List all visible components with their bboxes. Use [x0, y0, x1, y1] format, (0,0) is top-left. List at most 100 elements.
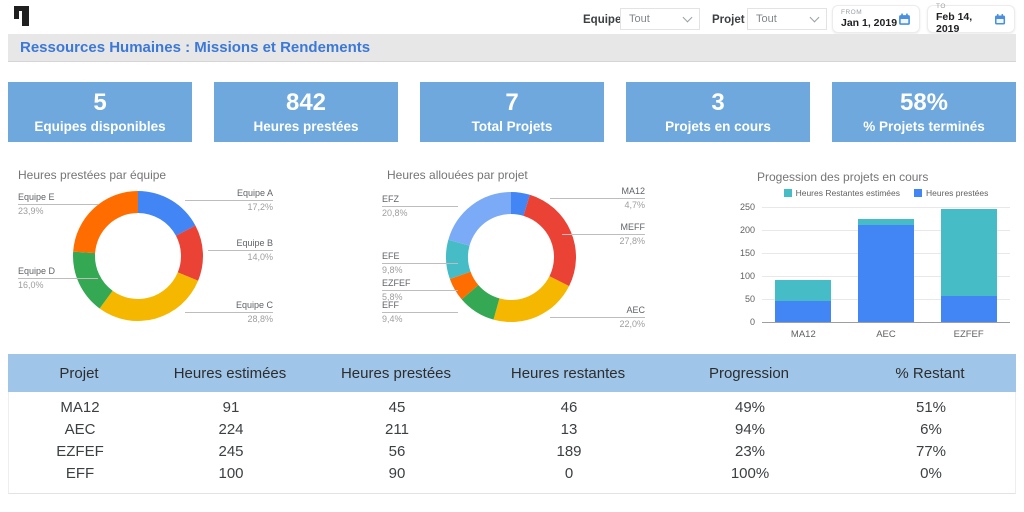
table-cell: 56 [311, 443, 483, 460]
date-from-picker[interactable]: FROM Jan 1, 2019 [832, 5, 920, 33]
donut-label-ma12: MA12 4,7% [550, 186, 645, 211]
kpi-label: Total Projets [472, 119, 553, 134]
date-to-label: TO [936, 3, 994, 10]
table-cell: 94% [655, 421, 845, 438]
table-cell: 45 [311, 399, 483, 416]
table-column-header: Heures restantes [482, 365, 654, 382]
x-axis-label: AEC [846, 329, 926, 340]
y-axis-tick: 200 [740, 225, 755, 235]
page-title-bar: Ressources Humaines : Missions et Rendem… [8, 34, 1016, 62]
legend-swatch-restantes [784, 189, 792, 197]
kpi-label: Heures prestées [253, 119, 358, 134]
kpi-label: Equipes disponibles [34, 119, 165, 134]
table-cell: 211 [311, 421, 483, 438]
table-header-row: ProjetHeures estiméesHeures prestéesHeur… [8, 354, 1016, 392]
table-column-header: Heures estimées [150, 365, 310, 382]
donut-label-equipe-d: Equipe D 16,0% [18, 266, 98, 291]
table-cell: 245 [151, 443, 311, 460]
kpi-label: % Projets terminés [863, 119, 985, 134]
table-row: EZFEF2455618923%77% [9, 440, 1015, 462]
projet-select-value: Tout [756, 13, 777, 25]
table-column-header: Projet [8, 365, 150, 382]
barchart-title: Progession des projets en cours [757, 170, 928, 184]
equipe-select-value: Tout [629, 13, 650, 25]
table-cell: AEC [9, 421, 151, 438]
kpi-value: 7 [505, 90, 518, 116]
table-cell: 51% [845, 399, 1017, 416]
table-row: AEC2242111394%6% [9, 418, 1015, 440]
date-to-picker[interactable]: TO Feb 14, 2019 [927, 5, 1015, 33]
table-cell: 100 [151, 465, 311, 482]
donut-label-equipe-c: Equipe C 28,8% [185, 300, 273, 325]
donut-label-meff: MEFF 27,8% [562, 222, 645, 247]
date-from-value: Jan 1, 2019 [841, 17, 897, 29]
table-cell: 77% [845, 443, 1017, 460]
page-title: Ressources Humaines : Missions et Rendem… [20, 39, 370, 56]
bar-segment-EZFEF[interactable] [941, 209, 997, 296]
stacked-bar-chart[interactable]: 050100150200250MA12AECEZFEF [762, 207, 1010, 322]
kpi-value: 3 [711, 90, 724, 116]
donut-label-equipe-b: Equipe B 14,0% [208, 238, 273, 263]
table-cell: EZFEF [9, 443, 151, 460]
table-cell: MA12 [9, 399, 151, 416]
table-cell: 90 [311, 465, 483, 482]
y-axis-tick: 100 [740, 271, 755, 281]
app-logo [14, 6, 34, 35]
donut-label-ezfef: EZFEF 5,8% [382, 278, 458, 303]
date-to-value: Feb 14, 2019 [936, 11, 994, 35]
y-axis-tick: 50 [745, 294, 755, 304]
table-cell: EFF [9, 465, 151, 482]
gridline [762, 207, 1010, 208]
calendar-icon[interactable] [994, 13, 1006, 26]
kpi-value: 842 [286, 90, 326, 116]
x-axis-label: MA12 [763, 329, 843, 340]
donut-label-equipe-e: Equipe E 23,9% [18, 192, 98, 217]
bar-segment-MA12[interactable] [775, 280, 831, 301]
table-cell: 189 [483, 443, 655, 460]
bar-legend: Heures Restantes estimées Heures prestée… [762, 188, 1010, 198]
chevron-down-icon [810, 13, 820, 23]
donut-label-eff: EFF 9,4% [382, 300, 458, 325]
table-cell: 0% [845, 465, 1017, 482]
table-cell: 49% [655, 399, 845, 416]
table-body: MA1291454649%51%AEC2242111394%6%EZFEF245… [8, 392, 1016, 494]
table-cell: 6% [845, 421, 1017, 438]
y-axis-tick: 0 [750, 317, 755, 327]
table-cell: 91 [151, 399, 311, 416]
table-row: MA1291454649%51% [9, 396, 1015, 418]
table-cell: 100% [655, 465, 845, 482]
table-cell: 0 [483, 465, 655, 482]
table-cell: 23% [655, 443, 845, 460]
bar-segment-AEC[interactable] [858, 219, 914, 225]
y-axis-tick: 250 [740, 202, 755, 212]
calendar-icon[interactable] [898, 13, 911, 26]
kpi-card-projets-termines: 58% % Projets terminés [832, 82, 1016, 142]
y-axis-tick: 150 [740, 248, 755, 258]
x-axis-label: EZFEF [929, 329, 1009, 340]
legend-item-restantes: Heures Restantes estimées [784, 188, 900, 198]
table-column-header: Heures prestées [310, 365, 482, 382]
legend-label: Heures Restantes estimées [796, 188, 900, 198]
legend-item-prestees: Heures prestées [914, 188, 988, 198]
legend-swatch-prestees [914, 189, 922, 197]
bar-segment-AEC[interactable] [858, 225, 914, 322]
donut-label-equipe-a: Equipe A 17,2% [185, 188, 273, 213]
projet-select[interactable]: Tout [747, 8, 827, 30]
date-from-label: FROM [841, 9, 897, 16]
chevron-down-icon [683, 13, 693, 23]
legend-label: Heures prestées [926, 188, 988, 198]
kpi-card-total-projets: 7 Total Projets [420, 82, 604, 142]
bar-segment-EZFEF[interactable] [941, 296, 997, 322]
projects-table: ProjetHeures estiméesHeures prestéesHeur… [8, 354, 1016, 494]
kpi-value: 5 [93, 90, 106, 116]
table-cell: 46 [483, 399, 655, 416]
table-column-header: % Restant [844, 365, 1016, 382]
kpi-label: Projets en cours [665, 119, 771, 134]
bar-segment-MA12[interactable] [775, 301, 831, 322]
equipe-select[interactable]: Tout [620, 8, 700, 30]
kpi-value: 58% [900, 90, 948, 116]
donut-slice-Equipe C[interactable] [100, 272, 198, 321]
donut-slice-Equipe B[interactable] [176, 225, 203, 280]
donut-label-efz: EFZ 20,8% [382, 194, 458, 219]
table-column-header: Progression [654, 365, 844, 382]
